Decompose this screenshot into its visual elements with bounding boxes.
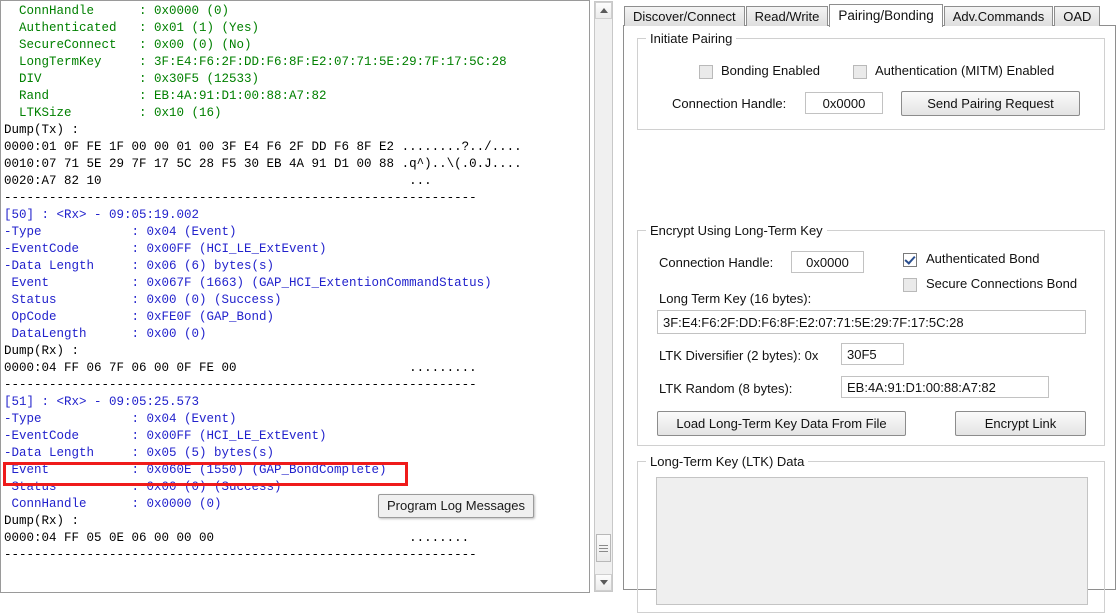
log-line: -Type : 0x04 (Event) [4, 412, 237, 426]
ltk-data-title: Long-Term Key (LTK) Data [646, 454, 809, 469]
ltk-random-label: LTK Random (8 bytes): [659, 381, 793, 396]
scroll-up-button[interactable] [595, 2, 612, 19]
log-line: ----------------------------------------… [4, 191, 477, 205]
tab-pairing-bonding[interactable]: Pairing/Bonding [829, 4, 943, 27]
authenticated-bond-checkbox[interactable] [903, 253, 917, 267]
right-tab-panel: Discover/Connect Read/Write Pairing/Bondin… [620, 0, 1119, 613]
log-line: Authenticated : 0x01 (1) (Yes) [4, 21, 260, 35]
log-line: ConnHandle : 0x0000 (0) [4, 4, 230, 18]
log-line: Dump(Rx) : [4, 344, 80, 358]
long-term-key-label: Long Term Key (16 bytes): [659, 291, 812, 306]
log-text-content: ConnHandle : 0x0000 (0) Authenticated : … [4, 3, 589, 564]
log-line: Status : 0x00 (0) (Success) [4, 293, 282, 307]
authenticated-bond-label: Authenticated Bond [926, 251, 1040, 266]
tab-adv-commands[interactable]: Adv.Commands [943, 6, 1054, 26]
log-vertical-scrollbar[interactable] [594, 1, 613, 592]
log-line: 0000:04 FF 05 0E 06 00 00 00 ........ [4, 531, 470, 545]
ltk-diversifier-input[interactable]: 30F5 [841, 343, 904, 365]
encrypt-conn-handle-input[interactable]: 0x0000 [791, 251, 864, 273]
log-line: LTKSize : 0x10 (16) [4, 106, 222, 120]
ltk-diversifier-label: LTK Diversifier (2 bytes): 0x [659, 348, 819, 363]
initiate-pairing-title: Initiate Pairing [646, 31, 737, 46]
send-pairing-request-button[interactable]: Send Pairing Request [901, 91, 1080, 116]
log-line: OpCode : 0xFE0F (GAP_Bond) [4, 310, 275, 324]
chevron-down-icon [599, 580, 608, 585]
scroll-down-button[interactable] [595, 574, 612, 591]
log-line: 0000:04 FF 06 7F 06 00 0F FE 00 ........… [4, 361, 477, 375]
pairing-conn-handle-label: Connection Handle: [672, 96, 787, 111]
encrypt-link-button[interactable]: Encrypt Link [955, 411, 1086, 436]
log-line: -Type : 0x04 (Event) [4, 225, 237, 239]
log-line: -Data Length : 0x05 (5) bytes(s) [4, 446, 275, 460]
grip-icon [599, 543, 608, 554]
log-line: 0020:A7 82 10 ... [4, 174, 432, 188]
log-line: ----------------------------------------… [4, 378, 477, 392]
long-term-key-input[interactable]: 3F:E4:F6:2F:DD:F6:8F:E2:07:71:5E:29:7F:1… [657, 310, 1086, 334]
log-line: Event : 0x060E (1550) (GAP_BondComplete) [4, 463, 387, 477]
secure-connections-bond-checkbox[interactable] [903, 278, 917, 292]
log-line: Event : 0x067F (1663) (GAP_HCI_Extention… [4, 276, 492, 290]
log-line: -EventCode : 0x00FF (HCI_LE_ExtEvent) [4, 429, 327, 443]
log-tooltip: Program Log Messages [378, 494, 535, 518]
log-line: -Data Length : 0x06 (6) bytes(s) [4, 259, 275, 273]
log-line: -EventCode : 0x00FF (HCI_LE_ExtEvent) [4, 242, 327, 256]
scrollbar-thumb[interactable] [596, 534, 611, 562]
initiate-pairing-group: Initiate Pairing Bonding Enabled Authent… [637, 31, 1105, 130]
chevron-up-icon [599, 8, 608, 13]
tab-read-write[interactable]: Read/Write [745, 6, 829, 26]
log-line: [50] : <Rx> - 09:05:19.002 [4, 208, 200, 222]
ltk-random-input[interactable]: EB:4A:91:D1:00:88:A7:82 [841, 376, 1049, 398]
log-line: DataLength : 0x00 (0) [4, 327, 207, 341]
program-log-pane[interactable]: ConnHandle : 0x0000 (0) Authenticated : … [0, 0, 590, 593]
load-ltk-from-file-button[interactable]: Load Long-Term Key Data From File [657, 411, 906, 436]
tab-discover-connect[interactable]: Discover/Connect [624, 6, 745, 26]
pairing-conn-handle-input[interactable]: 0x0000 [805, 92, 883, 114]
log-line: LongTermKey : 3F:E4:F6:2F:DD:F6:8F:E2:07… [4, 55, 507, 69]
bonding-enabled-label: Bonding Enabled [721, 63, 821, 78]
encrypt-ltk-title: Encrypt Using Long-Term Key [646, 223, 827, 238]
ltk-data-textarea[interactable] [656, 477, 1088, 605]
log-line: SecureConnect : 0x00 (0) (No) [4, 38, 252, 52]
tab-oad[interactable]: OAD [1054, 6, 1101, 26]
mitm-enabled-label: Authentication (MITM) Enabled [875, 63, 1055, 78]
encrypt-ltk-group: Encrypt Using Long-Term Key Connection H… [637, 223, 1105, 446]
mitm-enabled-checkbox[interactable] [853, 65, 867, 79]
log-line: [51] : <Rx> - 09:05:25.573 [4, 395, 200, 409]
log-line: DIV : 0x30F5 (12533) [4, 72, 260, 86]
ltk-data-group: Long-Term Key (LTK) Data [637, 454, 1105, 613]
encrypt-conn-handle-label: Connection Handle: [659, 255, 774, 270]
tab-bar: Discover/Connect Read/Write Pairing/Bondin… [620, 4, 1119, 27]
log-line: Rand : EB:4A:91:D1:00:88:A7:82 [4, 89, 327, 103]
log-line: 0010:07 71 5E 29 7F 17 5C 28 F5 30 EB 4A… [4, 157, 522, 171]
application-window: ConnHandle : 0x0000 (0) Authenticated : … [0, 0, 1119, 613]
log-line: 0000:01 0F FE 1F 00 00 01 00 3F E4 F6 2F… [4, 140, 522, 154]
bonding-enabled-checkbox[interactable] [699, 65, 713, 79]
log-line: Dump(Tx) : [4, 123, 80, 137]
log-line: ----------------------------------------… [4, 548, 477, 562]
tab-content-pairing-bonding: Initiate Pairing Bonding Enabled Authent… [623, 25, 1116, 613]
secure-connections-bond-label: Secure Connections Bond [926, 276, 1078, 291]
